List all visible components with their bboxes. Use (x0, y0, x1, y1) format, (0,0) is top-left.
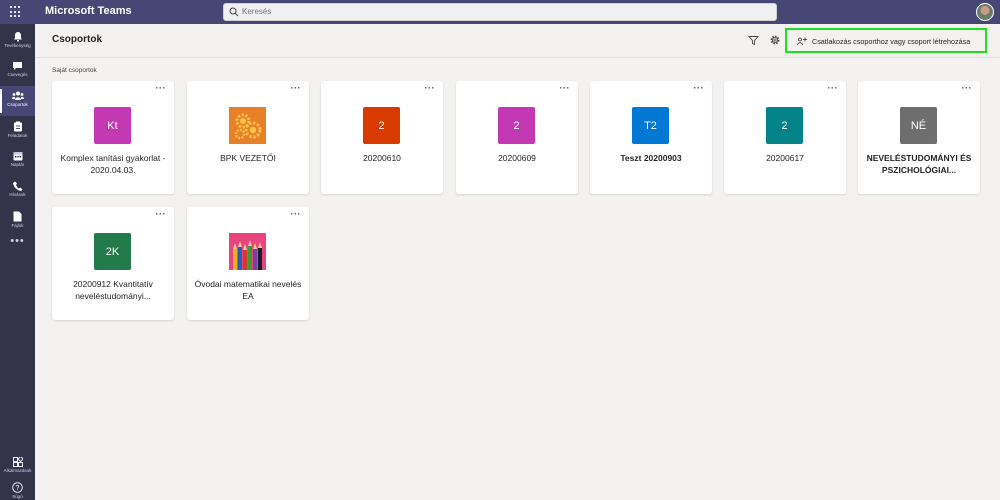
more-options-icon[interactable]: ··· (425, 83, 436, 93)
rail-label: Súgó (12, 494, 23, 499)
team-card[interactable]: ··· 2K 20200912 Kvantitatív neveléstudom… (52, 207, 174, 320)
team-avatar: NÉ (900, 107, 937, 144)
rail-label: Csevegés (7, 72, 28, 77)
team-avatar: 2 (766, 107, 803, 144)
rail-item-assignments[interactable]: Feladatok (0, 116, 35, 146)
team-card[interactable]: ··· BPK VEZETŐI (187, 81, 309, 194)
rail-label: Alkalmazások (3, 468, 32, 473)
add-team-icon (797, 37, 807, 46)
rail-label: Feladatok (7, 133, 28, 138)
more-options-icon[interactable]: ··· (291, 209, 302, 219)
team-card[interactable]: ··· Kt Komplex tanítási gyakorlat - 2020… (52, 81, 174, 194)
team-avatar: T2 (632, 107, 669, 144)
team-name: NEVELÉSTUDOMÁNYI ÉS PSZICHOLÓGIAI... (866, 153, 972, 175)
chat-icon (13, 62, 22, 70)
bell-icon (13, 32, 22, 42)
more-options-icon[interactable]: ··· (156, 83, 167, 93)
team-avatar: 2K (94, 233, 131, 270)
team-name: Óvodai matematikai nevelés EA (194, 279, 302, 301)
apps-icon (12, 457, 23, 467)
more-options-icon[interactable]: ··· (828, 83, 839, 93)
rail-item-help[interactable]: ? Súgó (0, 477, 35, 500)
more-options-icon[interactable]: ··· (962, 83, 973, 93)
team-name: 20200912 Kvantitatív neveléstudományi... (73, 279, 153, 301)
team-avatar: Kt (94, 107, 131, 144)
team-card[interactable]: ··· 2 20200609 (456, 81, 578, 194)
team-name: BPK VEZETŐI (220, 153, 276, 163)
top-bar: Microsoft Teams (0, 0, 1000, 24)
svg-text:?: ? (16, 485, 20, 492)
team-card[interactable]: ··· NÉ NEVELÉSTUDOMÁNYI ÉS PSZICHOLÓGIAI… (858, 81, 980, 194)
files-icon (13, 211, 22, 222)
team-card[interactable]: ··· 2 20200610 (321, 81, 443, 194)
filter-icon[interactable] (748, 35, 759, 46)
join-button-label: Csatlakozás csoporthoz vagy csoport létr… (812, 37, 971, 46)
assignments-icon (13, 121, 22, 132)
section-label: Saját csoportok (52, 67, 97, 74)
more-apps-button[interactable]: ••• (0, 235, 35, 247)
team-card[interactable]: ··· Óvodai matematikai nevelés EA (187, 207, 309, 320)
rail-item-calendar[interactable]: Naptár (0, 146, 35, 176)
gear-icon[interactable] (769, 34, 781, 46)
search-box[interactable] (223, 3, 777, 21)
phone-icon (12, 181, 22, 191)
rail-item-activity[interactable]: Tevékenység (0, 26, 35, 56)
team-name: Komplex tanítási gyakorlat - 2020.04.03. (60, 153, 166, 175)
team-avatar (229, 233, 266, 270)
join-or-create-team-button[interactable]: Csatlakozás csoporthoz vagy csoport létr… (785, 28, 987, 53)
rail-label: Fájlok (11, 223, 24, 228)
rail-label: Hívások (9, 192, 26, 197)
team-name: 20200609 (498, 153, 536, 163)
page-header: Csoportok Csatlakozás csoporthoz vagy cs… (35, 24, 1000, 58)
team-card[interactable]: ··· 2 20200617 (724, 81, 846, 194)
rail-item-files[interactable]: Fájlok (0, 206, 35, 236)
calendar-icon (13, 152, 22, 161)
page-title: Csoportok (52, 34, 102, 45)
more-options-icon[interactable]: ··· (291, 83, 302, 93)
team-avatar: 2 (363, 107, 400, 144)
app-launcher-icon[interactable] (10, 6, 22, 18)
more-options-icon[interactable]: ··· (560, 83, 571, 93)
search-input[interactable] (242, 7, 542, 16)
avatar[interactable] (976, 3, 994, 21)
pencils-icon (229, 233, 266, 270)
rail-item-calls[interactable]: Hívások (0, 176, 35, 206)
rail-label: Naptár (10, 162, 25, 167)
rail-item-chat[interactable]: Csevegés (0, 56, 35, 86)
app-rail: Tevékenység Csevegés Csoportok Feladatok (0, 24, 35, 500)
app-title: Microsoft Teams (45, 5, 132, 17)
search-icon (229, 7, 239, 17)
team-avatar (229, 107, 266, 144)
teams-icon (11, 91, 24, 100)
team-avatar: 2 (498, 107, 535, 144)
gears-icon (229, 107, 266, 144)
team-name: Teszt 20200903 (620, 153, 682, 163)
rail-label: Tevékenység (4, 43, 31, 48)
help-icon: ? (12, 482, 23, 493)
more-options-icon[interactable]: ··· (156, 209, 167, 219)
team-card[interactable]: ··· T2 Teszt 20200903 (590, 81, 712, 194)
more-options-icon[interactable]: ··· (694, 83, 705, 93)
rail-label: Csoportok (7, 102, 28, 107)
team-name: 20200610 (363, 153, 401, 163)
team-name: 20200617 (766, 153, 804, 163)
rail-item-teams[interactable]: Csoportok (0, 86, 35, 116)
